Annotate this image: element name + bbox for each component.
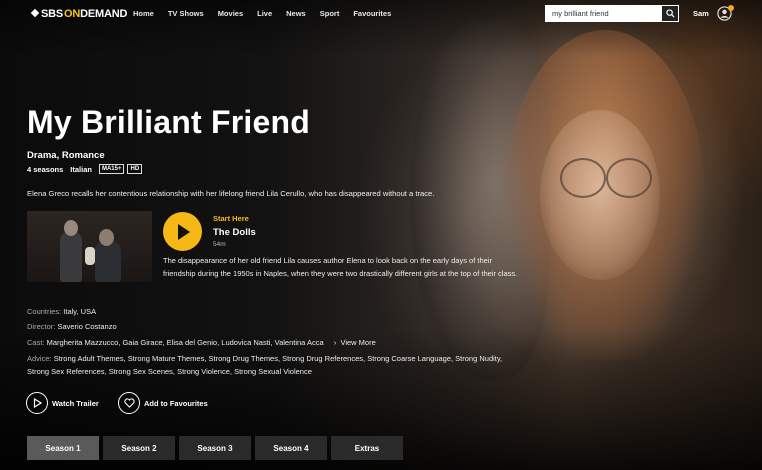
language: Italian [70,164,92,174]
heart-icon [118,392,140,414]
thumb-head-1 [64,220,78,236]
notification-dot [728,5,734,11]
page-title: My Brilliant Friend [27,104,310,140]
show-genres: Drama, Romance [27,150,105,161]
nav-link-home[interactable]: Home [133,9,154,18]
logo-sbs-text: SBS [41,8,64,20]
logo-demand-text: DEMAND [80,8,128,20]
nav-link-live[interactable]: Live [257,9,272,18]
search-box [545,5,679,22]
nav-link-sport[interactable]: Sport [320,9,340,18]
advice-row: Advice: Strong Adult Themes, Strong Matu… [27,353,517,378]
watch-trailer-button[interactable]: Watch Trailer [26,392,99,414]
tab-season-3[interactable]: Season 3 [179,436,251,460]
episode-title[interactable]: The Dolls [213,227,256,238]
thumb-head-2 [99,229,114,246]
tab-season-1[interactable]: Season 1 [27,436,99,460]
director-label: Director: [27,322,56,331]
nav-link-movies[interactable]: Movies [218,9,243,18]
search-icon [665,9,675,18]
cast-value: Margherita Mazzucco, Gaia Girace, Elisa … [46,338,324,347]
countries-label: Countries: [27,307,62,316]
advice-value: Strong Adult Themes, Strong Mature Theme… [27,354,503,376]
view-more-label: View More [340,338,376,347]
chevron-right-icon: › [333,338,337,347]
tab-season-4[interactable]: Season 4 [255,436,327,460]
show-meta: 4 seasons Italian MA15+ HD [27,164,145,174]
cast-label: Cast: [27,338,45,347]
start-here-label: Start Here [213,214,249,223]
episode-thumbnail[interactable] [27,211,152,282]
add-to-favourites-label: Add to Favourites [144,398,208,408]
nav-link-news[interactable]: News [286,9,306,18]
search-input[interactable] [545,5,661,22]
tab-season-2[interactable]: Season 2 [103,436,175,460]
play-button[interactable] [163,212,202,251]
nav-links: Home TV Shows Movies Live News Sport Fav… [133,9,391,18]
hd-badge: HD [127,164,143,174]
nav-link-favourites[interactable]: Favourites [353,9,391,18]
director-row: Director: Saverio Costanzo [27,322,117,331]
tab-extras[interactable]: Extras [331,436,403,460]
episode-duration: 54m [213,241,226,248]
season-tabs: Season 1 Season 2 Season 3 Season 4 Extr… [27,436,407,460]
show-synopsis: Elena Greco recalls her contentious rela… [27,189,435,198]
nav-link-tv-shows[interactable]: TV Shows [168,9,204,18]
user-name[interactable]: Sam [693,9,709,18]
view-more-link[interactable]: › View More [334,338,376,347]
thumb-figure-1 [60,231,82,282]
top-nav: SBS ON DEMAND Home TV Shows Movies Live … [0,0,762,28]
countries-value: Italy, USA [63,307,97,316]
season-count: 4 seasons [27,164,64,174]
sbs-on-demand-logo[interactable]: SBS ON DEMAND [32,8,127,20]
play-circle-icon [26,392,48,414]
cast-row: Cast: Margherita Mazzucco, Gaia Girace, … [27,338,376,347]
add-to-favourites-button[interactable]: Add to Favourites [118,392,208,414]
logo-on-text: ON [64,8,81,20]
sbs-logo-icon [32,10,40,19]
rating-badge: MA15+ [98,164,125,174]
watch-trailer-label: Watch Trailer [52,398,99,408]
director-value: Saverio Costanzo [57,322,117,331]
thumb-doll [85,247,95,265]
play-icon [177,223,190,240]
countries-row: Countries: Italy, USA [27,307,96,316]
search-button[interactable] [661,5,679,22]
thumb-figure-2 [95,241,121,282]
advice-label: Advice: [27,354,52,363]
episode-description: The disappearance of her old friend Lila… [163,256,518,278]
